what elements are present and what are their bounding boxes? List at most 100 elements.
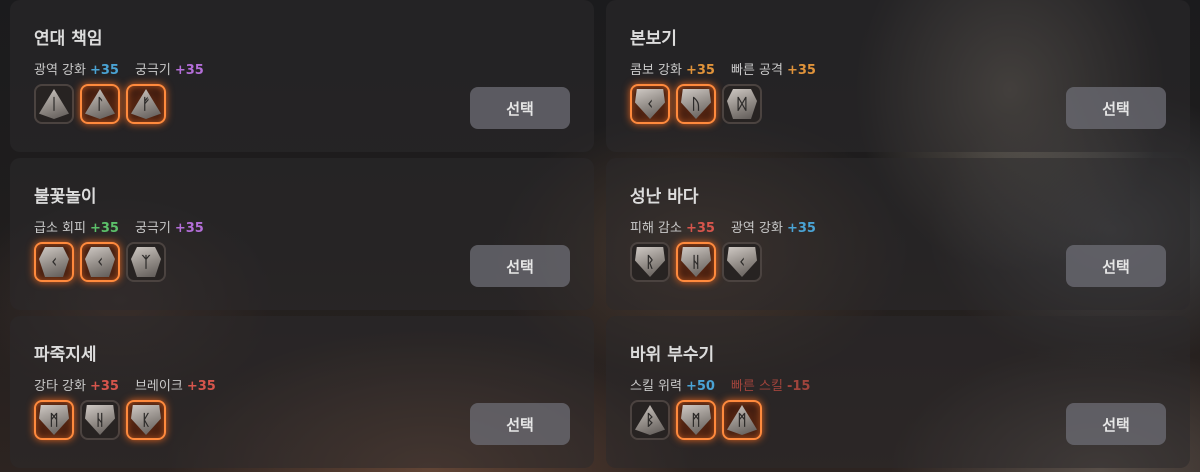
rune-set-grid: 연대 책임 광역 강화 +35 궁극기 +35 ᛁ ᛚ ᚠ 선택 본보기 콤보 강화 +35 빠른 공격… <box>10 0 1190 472</box>
rune-stone-icon: ᛉ <box>131 247 161 277</box>
select-button[interactable]: 선택 <box>470 245 570 287</box>
stat-item: 콤보 강화 +35 <box>630 63 715 78</box>
stat-label: 빠른 스킬 <box>730 379 783 394</box>
stat-label: 궁극기 <box>134 63 171 78</box>
stat-item: 강타 강화 +35 <box>34 379 119 394</box>
stat-value: +35 <box>786 63 816 78</box>
stat-list: 콤보 강화 +35 빠른 공격 +35 <box>630 59 832 78</box>
stat-item: 스킬 위력 +50 <box>630 379 715 394</box>
rune-icon[interactable]: ᛗ <box>722 400 762 440</box>
stat-value: +50 <box>685 379 715 394</box>
rune-stone-icon: ᚺ <box>681 247 711 277</box>
rune-stone-icon: ᛗ <box>39 405 69 435</box>
stat-list: 스킬 위력 +50 빠른 스킬 -15 <box>630 375 826 394</box>
rune-stone-icon: ᚺ <box>85 405 115 435</box>
rune-icon[interactable]: ᚲ <box>34 242 74 282</box>
rune-set-title: 파죽지세 <box>34 345 97 365</box>
stat-label: 급소 회피 <box>34 221 86 236</box>
rune-icon[interactable]: ᛞ <box>722 84 762 124</box>
stat-value: +35 <box>89 63 119 78</box>
rune-icon[interactable]: ᛗ <box>676 400 716 440</box>
rune-icon[interactable]: ᛚ <box>80 84 120 124</box>
rune-stone-icon: ᚱ <box>635 247 665 277</box>
rune-icon[interactable]: ᚲ <box>722 242 762 282</box>
rune-slots: ᚱᚺᚲ <box>630 242 762 282</box>
rune-stone-icon: ᛕ <box>131 405 161 435</box>
stat-item: 빠른 스킬 -15 <box>731 379 810 394</box>
rune-stone-icon: ᚠ <box>131 89 161 119</box>
stat-value: +35 <box>786 221 816 236</box>
stat-list: 피해 감소 +35 광역 강화 +35 <box>630 217 832 236</box>
stat-value: +35 <box>89 379 119 394</box>
stat-value: -15 <box>786 379 811 394</box>
rune-set-title: 본보기 <box>630 29 677 49</box>
select-button[interactable]: 선택 <box>1066 403 1166 445</box>
stat-list: 강타 강화 +35 브레이크 +35 <box>34 375 232 394</box>
rune-stone-icon: ᛗ <box>681 405 711 435</box>
rune-icon[interactable]: ᚠ <box>126 84 166 124</box>
stat-item: 급소 회피 +35 <box>34 221 119 236</box>
select-button[interactable]: 선택 <box>1066 245 1166 287</box>
rune-set-card: 파죽지세 강타 강화 +35 브레이크 +35 ᛗ ᚺ ᛕ 선택 <box>10 316 594 468</box>
rune-set-card: 연대 책임 광역 강화 +35 궁극기 +35 ᛁ ᛚ ᚠ 선택 <box>10 0 594 152</box>
stat-label: 스킬 위력 <box>630 379 682 394</box>
rune-stone-icon: ᛗ <box>727 405 757 435</box>
stat-item: 궁극기 +35 <box>135 221 204 236</box>
rune-set-title: 바위 부수기 <box>630 345 715 365</box>
rune-stone-icon: ᚲ <box>635 89 665 119</box>
stat-list: 광역 강화 +35 궁극기 +35 <box>34 59 220 78</box>
rune-slots: ᚲᚲᛉ <box>34 242 166 282</box>
rune-slots: ᛁᛚᚠ <box>34 84 166 124</box>
rune-set-title: 연대 책임 <box>34 29 103 49</box>
stat-label: 강타 강화 <box>34 379 86 394</box>
rune-stone-icon: ᛁ <box>39 89 69 119</box>
stat-label: 브레이크 <box>134 379 183 394</box>
rune-slots: ᛗᚺᛕ <box>34 400 166 440</box>
rune-stone-icon: ᚢ <box>681 89 711 119</box>
stat-label: 궁극기 <box>134 221 171 236</box>
stat-item: 광역 강화 +35 <box>34 63 119 78</box>
rune-icon[interactable]: ᛕ <box>126 400 166 440</box>
rune-stone-icon: ᛚ <box>85 89 115 119</box>
rune-stone-icon: ᛒ <box>635 405 665 435</box>
stat-item: 피해 감소 +35 <box>630 221 715 236</box>
rune-set-title: 불꽃놀이 <box>34 187 97 207</box>
rune-icon[interactable]: ᚲ <box>80 242 120 282</box>
rune-icon[interactable]: ᚲ <box>630 84 670 124</box>
rune-icon[interactable]: ᛁ <box>34 84 74 124</box>
stat-value: +35 <box>89 221 119 236</box>
rune-icon[interactable]: ᛒ <box>630 400 670 440</box>
rune-set-card: 바위 부수기 스킬 위력 +50 빠른 스킬 -15 ᛒ ᛗ ᛗ 선택 <box>606 316 1190 468</box>
select-button[interactable]: 선택 <box>1066 87 1166 129</box>
stat-label: 콤보 강화 <box>630 63 682 78</box>
stat-item: 빠른 공격 +35 <box>731 63 816 78</box>
stat-value: +35 <box>174 63 204 78</box>
select-button[interactable]: 선택 <box>470 87 570 129</box>
rune-icon[interactable]: ᚺ <box>80 400 120 440</box>
stat-list: 급소 회피 +35 궁극기 +35 <box>34 217 220 236</box>
stat-value: +35 <box>186 379 216 394</box>
rune-icon[interactable]: ᚢ <box>676 84 716 124</box>
rune-icon[interactable]: ᛉ <box>126 242 166 282</box>
rune-stone-icon: ᚲ <box>727 247 757 277</box>
rune-set-card: 성난 바다피해 감소 +35 광역 강화 +35 ᚱ ᚺ ᚲ 선택 <box>606 158 1190 310</box>
rune-stone-icon: ᛞ <box>727 89 757 119</box>
stat-label: 피해 감소 <box>630 221 682 236</box>
rune-stone-icon: ᚲ <box>39 247 69 277</box>
rune-set-card: 본보기 콤보 강화 +35 빠른 공격 +35 ᚲ ᚢ ᛞ 선택 <box>606 0 1190 152</box>
rune-set-title: 성난 바다 <box>630 187 699 207</box>
select-button[interactable]: 선택 <box>470 403 570 445</box>
stat-value: +35 <box>174 221 204 236</box>
rune-set-card: 불꽃놀이 급소 회피 +35 궁극기 +35 ᚲ ᚲ ᛉ 선택 <box>10 158 594 310</box>
rune-stone-icon: ᚲ <box>85 247 115 277</box>
stat-value: +35 <box>685 221 715 236</box>
rune-slots: ᚲᚢᛞ <box>630 84 762 124</box>
rune-icon[interactable]: ᛗ <box>34 400 74 440</box>
stat-item: 궁극기 +35 <box>135 63 204 78</box>
stat-value: +35 <box>685 63 715 78</box>
rune-icon[interactable]: ᚱ <box>630 242 670 282</box>
stat-label: 빠른 공격 <box>730 63 783 78</box>
rune-slots: ᛒᛗᛗ <box>630 400 762 440</box>
rune-icon[interactable]: ᚺ <box>676 242 716 282</box>
stat-label: 광역 강화 <box>34 63 86 78</box>
